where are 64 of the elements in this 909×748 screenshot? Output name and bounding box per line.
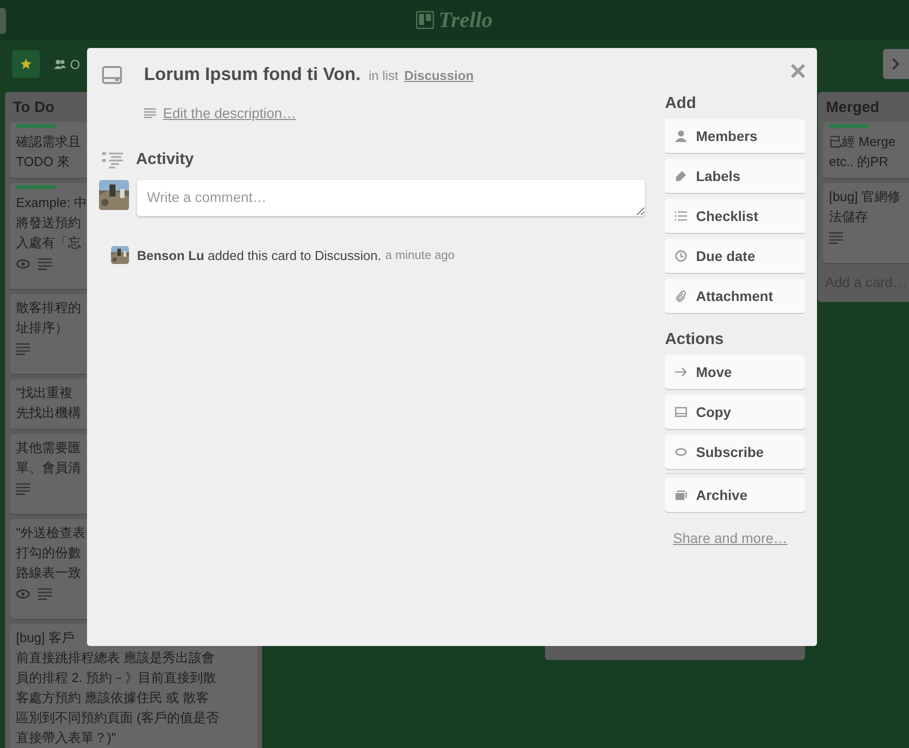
- card-text: 先找出機構: [16, 404, 81, 422]
- activity-text: Benson Lu added this card to Discussion.: [137, 248, 382, 262]
- sidebar-button[interactable]: Subscribe: [665, 435, 805, 469]
- sidebar-button[interactable]: Due date: [665, 239, 805, 273]
- logo-icon: [416, 11, 434, 29]
- card-text: Example: 中: [16, 194, 87, 212]
- checklist-icon: [675, 210, 687, 222]
- paperclip-icon: [675, 290, 687, 302]
- sidebar-button[interactable]: Checklist: [665, 199, 805, 233]
- archive-icon: [675, 489, 687, 501]
- sidebar-button[interactable]: Copy: [665, 395, 805, 429]
- sidebar-button[interactable]: Members: [665, 119, 805, 153]
- timestamp: a minute ago: [385, 248, 455, 262]
- card-text: 其他需要匯: [16, 439, 81, 457]
- card-text: 法儲存: [829, 208, 868, 226]
- eye-icon: [675, 446, 687, 458]
- star-button[interactable]: [12, 50, 40, 78]
- card-text: 路線表一致: [16, 564, 81, 582]
- card-text: 確認需求且: [16, 133, 81, 151]
- sidebar-button[interactable]: Archive: [665, 478, 805, 512]
- card-text: "找出重複: [16, 384, 73, 402]
- chevron-icon: [892, 58, 900, 70]
- card-icon: [102, 66, 122, 84]
- sidebar-button[interactable]: Attachment: [665, 279, 805, 313]
- section-heading: Add: [665, 95, 698, 113]
- sidebar-button[interactable]: Labels: [665, 159, 805, 193]
- comment-field[interactable]: Write a comment…: [137, 180, 645, 216]
- activity-icon: [102, 151, 124, 169]
- scroll-button[interactable]: [883, 49, 909, 79]
- card-text: 已經 Merge: [829, 133, 896, 151]
- card-text: 址排序）: [16, 319, 68, 337]
- description-icon: [144, 108, 156, 118]
- list-title: Merged: [826, 98, 880, 116]
- close-icon[interactable]: [791, 64, 805, 78]
- card-text: etc.. 的PR: [829, 153, 888, 171]
- card-text: 直接帶入表單？)": [16, 729, 116, 747]
- card-text: "外送檢查表: [16, 524, 86, 542]
- card-text: 前直接跳排程總表 應該是秀出該會: [16, 649, 215, 667]
- person-icon: [675, 130, 687, 142]
- board-menu-label[interactable]: O: [70, 56, 80, 72]
- card-text: [bug] 客戶: [16, 629, 75, 647]
- card-text: 散客排程的: [16, 299, 81, 317]
- arrow-icon: [675, 366, 687, 378]
- card-text: 區別到不同預約頁面 (客戶的值是否: [16, 709, 219, 727]
- sidebar-button[interactable]: Move: [665, 355, 805, 389]
- card-text: 員的排程 2. 預約－》目前直接到散: [16, 669, 216, 687]
- card-text: 單、會員清: [16, 459, 81, 477]
- tag-icon: [675, 170, 687, 182]
- card-text: 客處方預約 應該依據住民 或 散客: [16, 689, 209, 707]
- card-text: TODO 來: [16, 153, 70, 171]
- card-icon: [675, 406, 687, 418]
- section-heading: Actions: [665, 331, 725, 349]
- list-caption: in list: [368, 68, 398, 83]
- logo: Trello: [438, 7, 493, 33]
- card-title[interactable]: Lorum Ipsum fond ti Von.: [144, 64, 361, 85]
- clock-icon: [675, 250, 687, 262]
- card-text: [bug] 官網修: [829, 188, 901, 206]
- activity-heading: Activity: [136, 151, 194, 169]
- card-text: 入處有「忘: [16, 234, 81, 252]
- members-icon: [54, 59, 66, 69]
- list-title: To Do: [13, 98, 54, 116]
- star-icon: [20, 58, 32, 70]
- card-text: 將發送預約: [16, 214, 81, 232]
- card-text: 打勾的份數: [16, 544, 81, 562]
